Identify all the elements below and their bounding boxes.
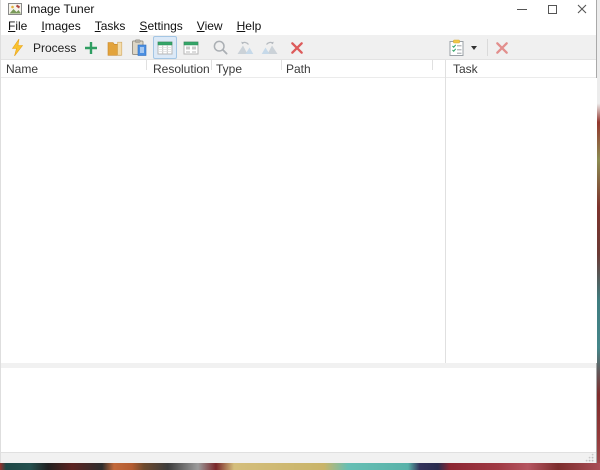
thumbnail-view-button[interactable] bbox=[179, 36, 203, 59]
desktop-screen: Image Tuner File Images Tasks Settings V… bbox=[0, 0, 600, 470]
column-header-task[interactable]: Task bbox=[453, 62, 478, 76]
task-list-icon bbox=[448, 39, 465, 57]
column-divider bbox=[281, 60, 282, 70]
minimize-icon bbox=[517, 9, 527, 10]
maximize-icon bbox=[548, 5, 557, 14]
resize-grip[interactable] bbox=[584, 452, 594, 462]
app-window: Image Tuner File Images Tasks Settings V… bbox=[0, 0, 597, 463]
close-button[interactable] bbox=[567, 0, 597, 18]
menu-help[interactable]: Help bbox=[230, 18, 269, 35]
menu-tasks[interactable]: Tasks bbox=[88, 18, 133, 35]
menu-images[interactable]: Images bbox=[34, 18, 87, 35]
folder-icon bbox=[107, 40, 124, 56]
toolbar-separator bbox=[487, 39, 488, 56]
preview-pane bbox=[1, 368, 596, 452]
add-folder-button[interactable] bbox=[103, 36, 127, 59]
column-header-type[interactable]: Type bbox=[216, 62, 242, 76]
close-icon bbox=[577, 4, 587, 14]
paste-icon bbox=[131, 39, 147, 56]
rotate-left-button[interactable] bbox=[233, 36, 257, 59]
column-divider bbox=[432, 60, 433, 70]
process-button[interactable]: Process bbox=[3, 35, 84, 60]
window-title: Image Tuner bbox=[27, 2, 94, 16]
desktop-wallpaper-bottom-sliver bbox=[0, 463, 600, 470]
column-divider bbox=[146, 60, 147, 70]
rotate-left-icon bbox=[236, 40, 254, 56]
thumbnail-view-icon bbox=[183, 40, 199, 56]
menu-settings[interactable]: Settings bbox=[132, 18, 189, 35]
list-header-row: Name Resolution Type Path Task bbox=[1, 60, 596, 78]
remove-images-button[interactable] bbox=[285, 36, 309, 59]
add-plus-icon bbox=[83, 40, 99, 56]
task-list-dropdown-icon[interactable] bbox=[471, 46, 477, 50]
rotate-right-icon bbox=[261, 40, 279, 56]
add-images-button[interactable] bbox=[79, 36, 103, 59]
menu-view[interactable]: View bbox=[190, 18, 230, 35]
lightning-icon bbox=[11, 39, 24, 56]
zoom-button[interactable] bbox=[208, 36, 232, 59]
task-list-pane bbox=[446, 78, 598, 363]
column-header-name[interactable]: Name bbox=[6, 62, 38, 76]
paste-button[interactable] bbox=[127, 36, 151, 59]
rotate-right-button[interactable] bbox=[258, 36, 282, 59]
zoom-icon bbox=[212, 39, 229, 56]
app-logo-icon bbox=[8, 2, 22, 16]
remove-x-icon bbox=[290, 41, 304, 55]
task-list-button[interactable] bbox=[448, 36, 485, 59]
column-header-resolution[interactable]: Resolution bbox=[153, 62, 210, 76]
remove-task-x-icon bbox=[495, 41, 509, 55]
column-divider bbox=[211, 60, 212, 70]
details-view-button[interactable] bbox=[153, 36, 177, 59]
remove-task-button[interactable] bbox=[490, 36, 514, 59]
column-header-path[interactable]: Path bbox=[286, 62, 311, 76]
image-list-pane bbox=[1, 78, 445, 363]
process-label: Process bbox=[33, 41, 76, 55]
statusbar bbox=[1, 452, 596, 463]
maximize-button[interactable] bbox=[537, 0, 568, 18]
menu-file[interactable]: File bbox=[1, 18, 34, 35]
titlebar[interactable]: Image Tuner bbox=[1, 0, 596, 18]
details-view-icon bbox=[157, 40, 173, 56]
toolbar: Process bbox=[1, 35, 596, 60]
menubar: File Images Tasks Settings View Help bbox=[1, 18, 596, 35]
minimize-button[interactable] bbox=[506, 0, 537, 18]
